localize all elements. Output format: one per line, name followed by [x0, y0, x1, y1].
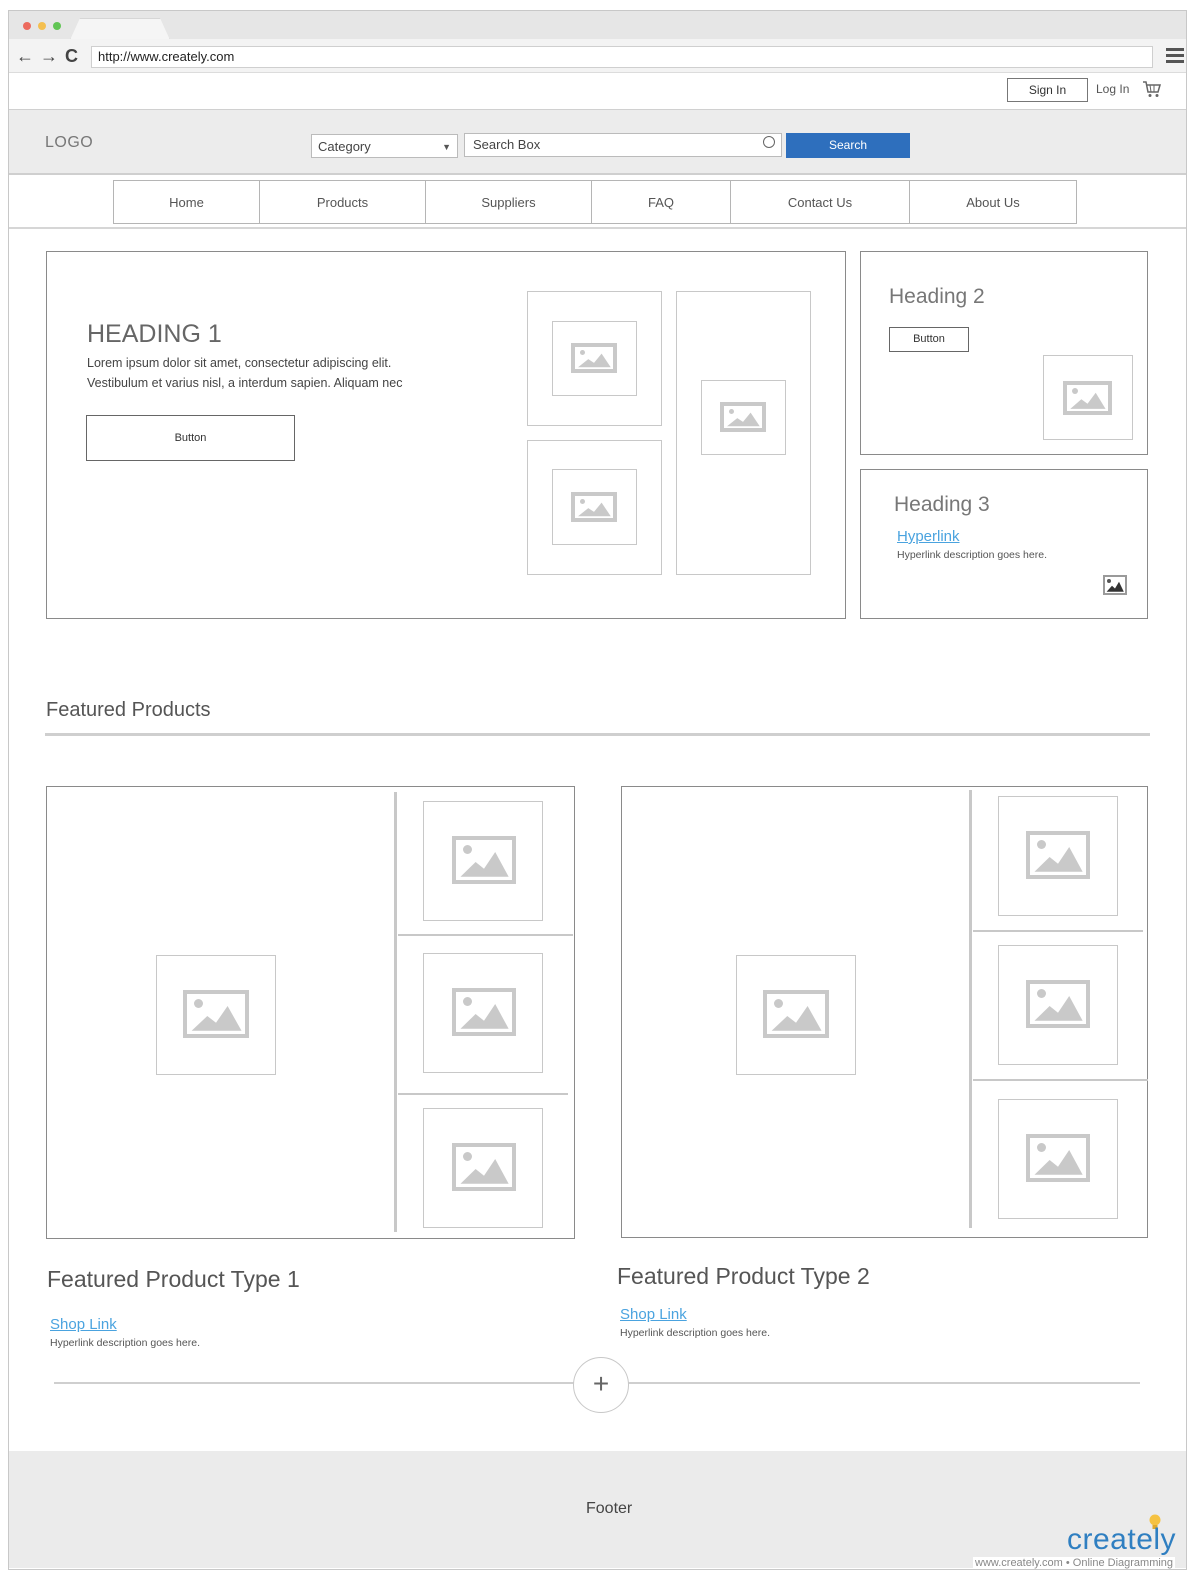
- hero-body-line-2: Vestibulum et varius nisl, a interdum sa…: [87, 376, 403, 390]
- image-placeholder-icon: [452, 988, 516, 1036]
- image-placeholder-icon: [1063, 381, 1112, 415]
- browser-tab[interactable]: [70, 18, 170, 40]
- brand-logo: creately: [1067, 1523, 1177, 1556]
- product-card-2-hdivider-2: [973, 1079, 1148, 1081]
- side-panel-2-heading: Heading 3: [894, 493, 990, 516]
- refresh-icon[interactable]: C: [65, 44, 78, 68]
- product-1-title: Featured Product Type 1: [47, 1266, 300, 1292]
- logo[interactable]: LOGO: [45, 134, 93, 152]
- category-select[interactable]: Category ▼: [311, 134, 458, 158]
- minimize-dot-icon[interactable]: [38, 22, 46, 30]
- plus-icon[interactable]: +: [573, 1357, 629, 1413]
- side-panel-2-description: Hyperlink description goes here.: [897, 549, 1047, 561]
- cart-icon[interactable]: [1142, 80, 1162, 98]
- image-placeholder-icon: [452, 1143, 516, 1191]
- hero-heading: HEADING 1: [87, 320, 222, 348]
- image-placeholder-icon: [571, 343, 617, 373]
- nav-item-faq[interactable]: FAQ: [591, 180, 731, 224]
- product-card-2-hdivider-1: [973, 930, 1143, 932]
- forward-arrow-icon[interactable]: →: [40, 44, 58, 68]
- image-placeholder-icon: [1026, 831, 1090, 879]
- hero-body: Lorem ipsum dolor sit amet, consectetur …: [87, 353, 487, 393]
- back-arrow-icon[interactable]: ←: [16, 44, 34, 68]
- side-panel-1-heading: Heading 2: [889, 285, 985, 308]
- close-dot-icon[interactable]: [23, 22, 31, 30]
- product-2-shop-link[interactable]: Shop Link: [620, 1306, 687, 1323]
- url-bar[interactable]: http://www.creately.com: [91, 46, 1153, 68]
- product-1-shop-link[interactable]: Shop Link: [50, 1316, 117, 1333]
- product-card-1-hdivider-1: [398, 934, 573, 936]
- image-placeholder-icon: [183, 990, 249, 1038]
- image-placeholder-icon: [452, 836, 516, 884]
- image-placeholder-icon: [1026, 1134, 1090, 1182]
- image-placeholder-icon: [1026, 980, 1090, 1028]
- category-label: Category: [318, 139, 371, 154]
- image-placeholder-icon: [571, 492, 617, 522]
- featured-products-rule: [45, 733, 1150, 736]
- nav-item-home[interactable]: Home: [113, 180, 260, 224]
- product-card-1-hdivider-2: [398, 1093, 568, 1095]
- search-icon[interactable]: [763, 136, 775, 148]
- nav-item-suppliers[interactable]: Suppliers: [425, 180, 592, 224]
- hero-button[interactable]: Button: [86, 415, 295, 461]
- chevron-down-icon: ▼: [442, 142, 451, 152]
- search-input[interactable]: Search Box: [464, 133, 782, 157]
- add-divider-right: [628, 1382, 1140, 1384]
- nav-item-contact-us[interactable]: Contact Us: [730, 180, 910, 224]
- image-placeholder-icon: [720, 402, 766, 432]
- nav-item-products[interactable]: Products: [259, 180, 426, 224]
- image-placeholder-icon: [1103, 575, 1127, 595]
- brand-tagline: www.creately.com • Online Diagramming: [973, 1557, 1176, 1569]
- product-2-title: Featured Product Type 2: [617, 1263, 870, 1289]
- product-2-description: Hyperlink description goes here.: [620, 1327, 770, 1339]
- search-placeholder: Search Box: [473, 137, 541, 152]
- sign-in-button[interactable]: Sign In: [1007, 78, 1088, 102]
- product-1-description: Hyperlink description goes here.: [50, 1337, 200, 1349]
- log-in-link[interactable]: Log In: [1096, 82, 1129, 96]
- product-card-2-divider: [969, 790, 972, 1228]
- featured-products-title: Featured Products: [46, 699, 211, 721]
- maximize-dot-icon[interactable]: [53, 22, 61, 30]
- product-card-1-divider: [394, 792, 397, 1232]
- add-divider-left: [54, 1382, 574, 1384]
- side-panel-1-button[interactable]: Button: [889, 327, 969, 352]
- side-panel-2-hyperlink[interactable]: Hyperlink: [897, 528, 960, 545]
- footer-label: Footer: [586, 1500, 633, 1517]
- title-bar: [9, 11, 1186, 39]
- search-button[interactable]: Search: [786, 133, 910, 158]
- nav-item-about-us[interactable]: About Us: [909, 180, 1077, 224]
- hero-body-line-1: Lorem ipsum dolor sit amet, consectetur …: [87, 356, 392, 370]
- hamburger-menu-icon[interactable]: [1166, 48, 1184, 64]
- image-placeholder-icon: [763, 990, 829, 1038]
